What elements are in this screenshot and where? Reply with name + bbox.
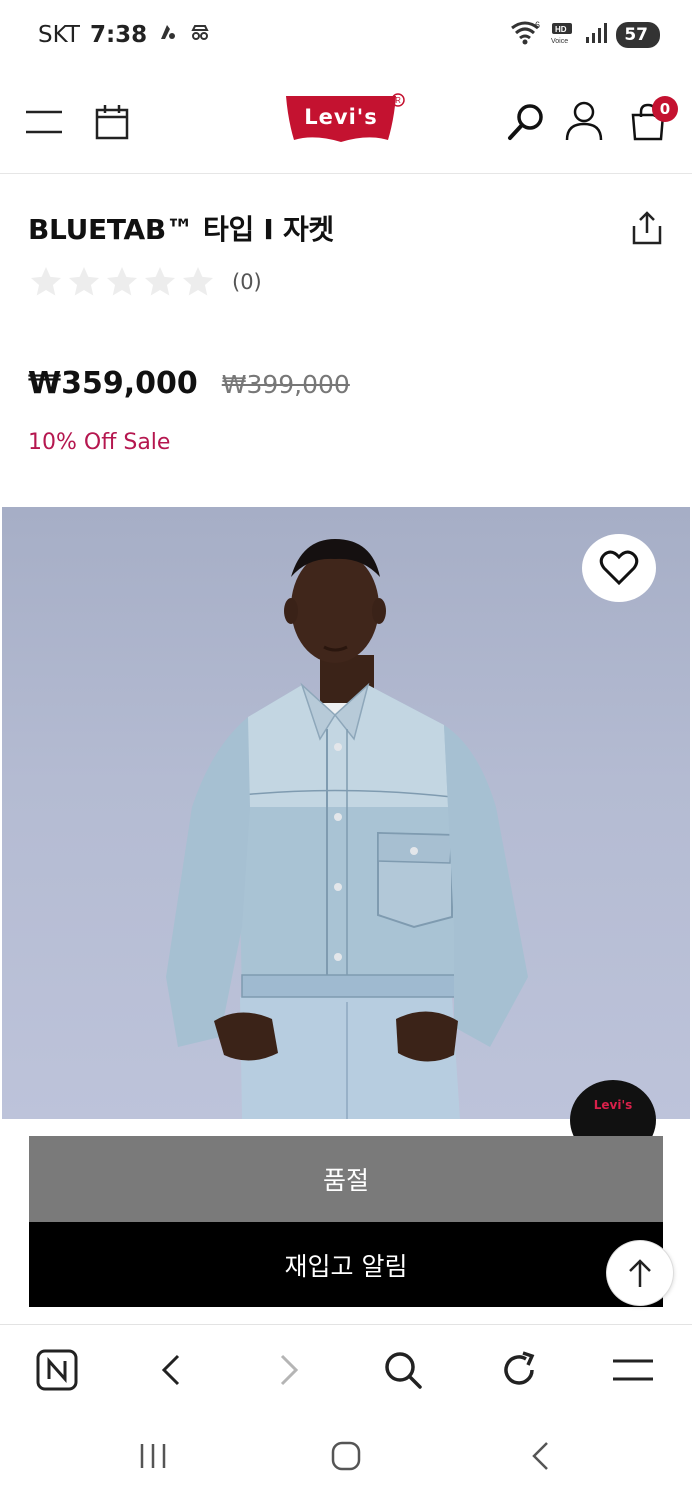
chevron-right-icon <box>280 1354 299 1386</box>
status-bar: SKT 7:38 6 HD Voice 57 <box>0 0 692 72</box>
model-photo <box>166 539 528 1119</box>
naver-home-button[interactable] <box>32 1345 82 1395</box>
levis-logo[interactable]: Levi's R <box>284 92 406 148</box>
incognito-icon <box>189 21 211 49</box>
restock-alert-button[interactable]: 재입고 알림 <box>29 1222 663 1307</box>
system-navigation-bar <box>0 1416 692 1500</box>
star-icon <box>145 267 175 296</box>
discount-label: 10% Off Sale <box>28 430 171 455</box>
calendar-icon <box>95 105 129 140</box>
chevron-left-icon <box>161 1354 180 1386</box>
share-icon <box>632 211 662 245</box>
sale-price: ₩359,000 <box>28 366 198 401</box>
account-button[interactable] <box>562 98 606 144</box>
wifi-label: 6 <box>535 20 540 30</box>
product-image[interactable] <box>2 507 690 1119</box>
price-row: ₩359,000 ₩399,000 <box>28 366 350 401</box>
svg-text:Voice: Voice <box>551 38 568 45</box>
back-arrow-icon <box>532 1442 548 1470</box>
home-button[interactable] <box>321 1436 371 1476</box>
scroll-top-button[interactable] <box>606 1240 674 1306</box>
naver-n-icon <box>36 1349 78 1391</box>
back-button[interactable] <box>146 1345 196 1395</box>
carrier-label: SKT <box>38 22 80 48</box>
browser-search-button[interactable] <box>378 1345 428 1395</box>
battery-indicator: 57 <box>616 22 660 48</box>
menu-lines-icon <box>613 1359 653 1381</box>
hamburger-icon <box>26 110 62 134</box>
arrow-up-icon <box>629 1259 651 1287</box>
notification-icon <box>157 21 179 49</box>
rating-stars <box>28 264 216 300</box>
rating-summary[interactable]: (0) <box>28 264 262 300</box>
search-icon <box>508 104 543 140</box>
site-header: Levi's R 0 <box>0 72 692 174</box>
status-right: 6 HD Voice 57 <box>510 20 660 50</box>
refresh-icon <box>504 1351 535 1385</box>
review-count: (0) <box>232 270 262 294</box>
share-button[interactable] <box>630 210 664 246</box>
search-button[interactable] <box>504 100 548 144</box>
star-icon <box>107 267 137 296</box>
recent-apps-button[interactable] <box>128 1436 178 1476</box>
home-icon <box>331 1441 361 1471</box>
status-left: SKT 7:38 <box>38 21 211 49</box>
hd-voice-icon: HD Voice <box>550 20 576 50</box>
signal-icon <box>584 21 608 49</box>
magnifier-icon <box>385 1352 422 1389</box>
svg-text:R: R <box>395 96 401 105</box>
browser-toolbar <box>0 1324 692 1416</box>
calendar-button[interactable] <box>92 102 132 142</box>
browser-menu-button[interactable] <box>608 1345 658 1395</box>
menu-button[interactable] <box>24 102 64 142</box>
badge-text: Levi's <box>593 1098 633 1112</box>
cart-count-badge: 0 <box>652 96 678 122</box>
recent-apps-icon <box>140 1444 166 1468</box>
star-icon <box>183 267 213 296</box>
star-icon <box>31 267 61 296</box>
original-price: ₩399,000 <box>221 370 350 399</box>
brand-wordmark: Levi's <box>304 105 377 129</box>
wifi-icon: 6 <box>510 20 542 50</box>
wishlist-button[interactable] <box>582 534 656 602</box>
system-back-button[interactable] <box>516 1436 566 1476</box>
svg-text:HD: HD <box>555 25 567 34</box>
forward-button[interactable] <box>264 1345 314 1395</box>
heart-icon <box>599 550 639 586</box>
soldout-button[interactable]: 품절 <box>29 1136 663 1222</box>
reload-button[interactable] <box>494 1345 544 1395</box>
clock-time: 7:38 <box>89 22 148 48</box>
star-icon <box>69 267 99 296</box>
user-icon <box>565 101 603 141</box>
product-title: BLUETAB™ 타입 I 자켓 <box>28 213 334 246</box>
cart-button[interactable]: 0 <box>628 96 678 142</box>
